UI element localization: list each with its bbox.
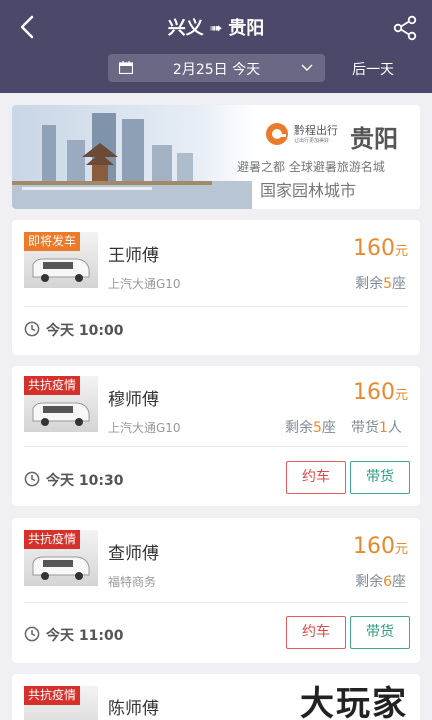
book-ride-button[interactable]: 约车 xyxy=(286,461,346,494)
vehicle-photo: 共抗疫情 xyxy=(24,376,98,432)
driver-name: 查师傅 xyxy=(108,544,159,564)
departure-time: 今天 10:30 xyxy=(46,473,124,489)
banner-subtitle: 国家园林城市 xyxy=(260,181,357,200)
carry-cargo-button[interactable]: 带货 xyxy=(350,616,410,649)
status-badge: 共抗疫情 xyxy=(24,376,81,395)
selected-date: 2月25日 今天 xyxy=(172,62,261,78)
driver-name: 穆师傅 xyxy=(108,390,159,410)
clock-icon xyxy=(24,471,40,487)
car-model: 上汽大通G10 xyxy=(108,277,181,291)
seats-remaining: 剩余5座 xyxy=(285,420,336,436)
fare-price: 160元 xyxy=(352,236,408,261)
city-banner[interactable]: 黔程出行 让出行更加美好 贵阳 避暑之都 全球避暑旅游名城 国家园林城市 xyxy=(12,105,420,209)
share-icon[interactable] xyxy=(392,15,418,41)
date-selector[interactable]: 2月25日 今天 xyxy=(108,54,325,82)
vehicle-photo: 即将发车 xyxy=(24,232,98,288)
brand-logo-icon xyxy=(266,123,288,145)
route-title: 兴义 ➠ 贵阳 xyxy=(0,14,432,40)
divider xyxy=(24,602,408,603)
carry-cargo-button[interactable]: 带货 xyxy=(350,461,410,494)
status-badge: 共抗疫情 xyxy=(24,530,81,549)
clock-icon xyxy=(24,626,40,642)
trip-card[interactable]: 共抗疫情 穆师傅 上汽大通G10 160元 剩余5座 带货1人 今天 10:30… xyxy=(12,366,420,506)
van-icon xyxy=(32,402,90,426)
origin-city: 兴义 xyxy=(167,18,204,39)
brand-slogan: 让出行更加美好 xyxy=(294,138,330,144)
departure-time: 今天 11:00 xyxy=(46,628,124,644)
banner-tagline: 避暑之都 全球避暑旅游名城 xyxy=(237,160,385,174)
brand-name: 黔程出行 xyxy=(294,124,338,137)
route-arrow-icon: ➠ xyxy=(209,19,223,37)
vehicle-photo: 共抗疫情 xyxy=(24,686,98,720)
car-model: 上汽大通G10 xyxy=(108,421,181,435)
trip-card[interactable]: 即将发车 王师傅 上汽大通G10 160元 剩余5座 今天 10:00 xyxy=(12,220,420,355)
banner-city: 贵阳 xyxy=(350,125,398,153)
fare-price: 160元 xyxy=(352,534,408,559)
top-bar: 兴义 ➠ 贵阳 2月25日 今天 后一天 xyxy=(0,0,432,93)
driver-name: 王师傅 xyxy=(108,246,159,266)
car-model: 福特商务 xyxy=(108,575,157,589)
destination-city: 贵阳 xyxy=(228,18,265,39)
departure-time: 今天 10:00 xyxy=(46,323,124,339)
clock-icon xyxy=(24,321,40,337)
driver-name: 陈师傅 xyxy=(108,699,159,719)
watermark-text: 大玩家 xyxy=(300,684,408,720)
cargo-count: 带货1人 xyxy=(351,420,402,436)
fare-price: 160元 xyxy=(352,380,408,405)
seats-remaining: 剩余5座 xyxy=(355,276,406,292)
next-day-button[interactable]: 后一天 xyxy=(352,59,394,79)
vehicle-photo: 共抗疫情 xyxy=(24,530,98,586)
divider xyxy=(24,446,408,447)
seats-remaining: 剩余6座 xyxy=(355,574,406,590)
status-badge: 即将发车 xyxy=(24,232,81,251)
chevron-down-icon xyxy=(301,64,313,71)
divider xyxy=(24,306,408,307)
trip-card[interactable]: 共抗疫情 查师傅 福特商务 160元 剩余6座 今天 11:00 约车 带货 xyxy=(12,518,420,663)
van-icon xyxy=(32,556,90,580)
van-icon xyxy=(32,258,90,282)
book-ride-button[interactable]: 约车 xyxy=(286,616,346,649)
status-badge: 共抗疫情 xyxy=(24,686,81,705)
